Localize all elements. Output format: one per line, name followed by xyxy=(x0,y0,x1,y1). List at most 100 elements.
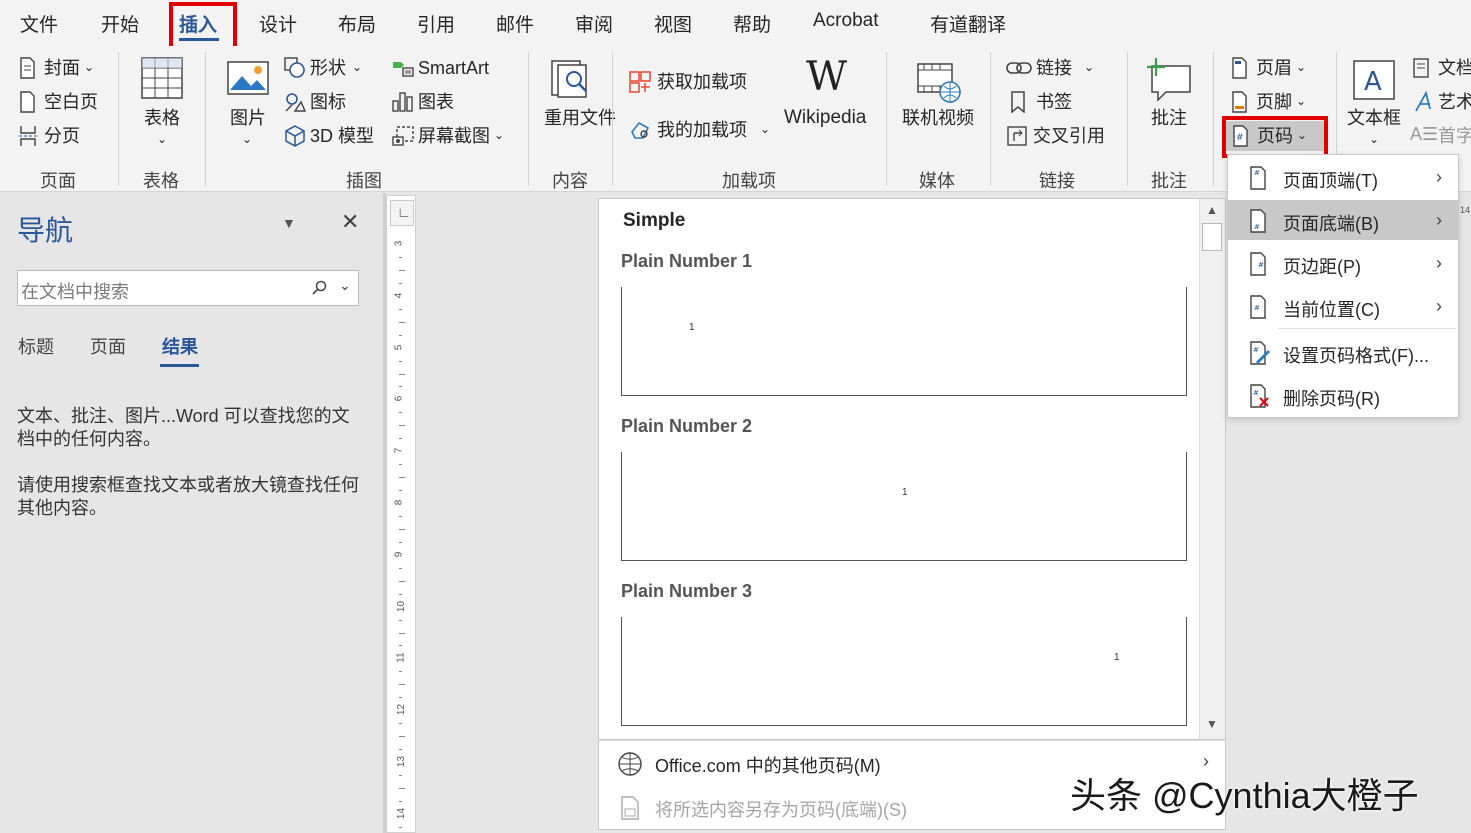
tab-review[interactable]: 审阅 xyxy=(575,10,613,37)
word-window: 文件 开始 插入 设计 布局 引用 邮件 审阅 视图 帮助 Acrobat 有道… xyxy=(0,0,1471,833)
ruler-tick xyxy=(399,749,402,751)
smartart-button[interactable]: SmartArt xyxy=(389,55,504,81)
picture-button[interactable]: 图片 ⌄ xyxy=(222,54,274,154)
get-addins-button[interactable]: 获取加载项 xyxy=(626,68,756,96)
scroll-down-icon[interactable]: ▼ xyxy=(1206,717,1218,731)
tab-view[interactable]: 视图 xyxy=(654,10,692,37)
save-page-icon xyxy=(621,796,639,820)
tab-mailings[interactable]: 邮件 xyxy=(496,10,534,37)
ruler-tick xyxy=(399,515,402,517)
tab-design[interactable]: 设计 xyxy=(259,10,297,37)
menu-item-top-of-page[interactable]: # 页面顶端(T) › xyxy=(1228,157,1458,197)
header-button[interactable]: 页眉 ⌄ xyxy=(1226,55,1321,81)
text-box-button[interactable]: A 文本框 ⌄ xyxy=(1343,54,1405,154)
footer-button[interactable]: 页脚 ⌄ xyxy=(1226,89,1321,115)
page-number-menu: # 页面顶端(T) › # 页面底端(B) › # 页边距(P) › # 当前位… xyxy=(1227,154,1459,418)
format-page-number-icon: # xyxy=(1250,341,1270,365)
ruler-number: 10 xyxy=(396,600,408,612)
gallery-section-title: Simple xyxy=(623,210,686,231)
chevron-right-icon: › xyxy=(1436,210,1442,230)
tab-help[interactable]: 帮助 xyxy=(733,10,771,37)
screenshot-button[interactable]: 屏幕截图 ⌄ xyxy=(389,123,509,149)
ruler-marker: 14 xyxy=(1460,205,1471,215)
page-break-button[interactable]: 分页 xyxy=(14,123,104,149)
tab-acrobat[interactable]: Acrobat xyxy=(813,10,878,32)
page-number-highlight xyxy=(1222,116,1328,158)
group-label-links: 链接 xyxy=(1039,171,1075,191)
ruler-tick xyxy=(399,645,402,647)
chevron-down-icon: ⌄ xyxy=(84,60,95,74)
wikipedia-button[interactable]: W Wikipedia xyxy=(782,54,874,154)
wordart-button[interactable]: 艺术 xyxy=(1410,89,1471,115)
tab-layout[interactable]: 布局 xyxy=(338,10,376,37)
nav-options-icon[interactable]: ▼ xyxy=(282,215,296,231)
link-label: 链接 xyxy=(1036,58,1072,78)
ruler-tick xyxy=(399,373,405,375)
new-comment-button[interactable]: 批注 xyxy=(1140,54,1200,154)
bookmark-button[interactable]: 书签 xyxy=(1004,89,1094,115)
tab-youdao[interactable]: 有道翻译 xyxy=(930,10,1006,37)
ruler-tick xyxy=(399,826,402,828)
scroll-thumb[interactable] xyxy=(1202,223,1222,251)
svg-text:A: A xyxy=(1364,67,1382,97)
nav-message-1: 文本、批注、图片...Word 可以查找您的文档中的任何内容。 xyxy=(17,406,350,449)
menu-item-remove-page-numbers[interactable]: # 删除页码(R) xyxy=(1228,375,1458,415)
ruler-tick xyxy=(399,256,402,258)
tab-file[interactable]: 文件 xyxy=(20,10,58,37)
tab-home[interactable]: 开始 xyxy=(101,10,139,37)
chevron-down-icon: ⌄ xyxy=(494,128,505,142)
model-3d-button[interactable]: 3D 模型 xyxy=(282,123,382,149)
online-video-icon xyxy=(917,63,961,103)
text-box-label: 文本框 xyxy=(1347,108,1401,128)
menu-item-current-position[interactable]: # 当前位置(C) › xyxy=(1228,286,1458,326)
cover-label: 封面 xyxy=(44,58,80,78)
tab-references[interactable]: 引用 xyxy=(417,10,455,37)
menu-item-bottom-of-page[interactable]: # 页面底端(B) › xyxy=(1228,200,1458,240)
chevron-down-icon[interactable]: ⌄ xyxy=(339,277,351,294)
nav-tab-results[interactable]: 结果 xyxy=(162,333,198,359)
scroll-up-icon[interactable]: ▲ xyxy=(1206,203,1218,217)
quick-parts-button[interactable]: 文档 xyxy=(1410,55,1471,81)
search-input[interactable]: 在文档中搜索 ⌄ xyxy=(17,270,359,306)
ruler-tick xyxy=(399,269,405,271)
group-label-illustrations: 插图 xyxy=(346,171,382,191)
ruler-tick xyxy=(399,697,402,699)
ruler-tick xyxy=(399,593,402,595)
gallery-scrollbar[interactable]: ▲ ▼ xyxy=(1199,199,1225,739)
link-button[interactable]: 链接 ⌄ xyxy=(1004,55,1109,81)
menu-item-format-page-numbers[interactable]: # 设置页码格式(F)... xyxy=(1228,332,1458,372)
gallery-item-plain-number-2[interactable]: Plain Number 2 1 xyxy=(599,409,1199,564)
nav-tab-pages[interactable]: 页面 xyxy=(90,333,126,359)
gallery-item-plain-number-1[interactable]: Plain Number 1 1 xyxy=(599,244,1199,399)
online-video-button[interactable]: 联机视频 xyxy=(898,54,978,154)
menu-item-page-margins[interactable]: # 页边距(P) › xyxy=(1228,243,1458,283)
nav-tab-headings[interactable]: 标题 xyxy=(18,333,54,359)
menu-item-label: 设置页码格式(F)... xyxy=(1283,346,1429,366)
chart-button[interactable]: 图表 xyxy=(389,89,479,115)
blank-page-button[interactable]: 空白页 xyxy=(14,89,104,115)
chevron-down-icon: ⌄ xyxy=(760,122,771,136)
icons-button[interactable]: 图标 xyxy=(282,89,372,115)
wikipedia-label: Wikipedia xyxy=(784,107,867,128)
wordart-label: 艺术 xyxy=(1438,92,1471,112)
table-button[interactable]: 表格 ⌄ xyxy=(132,54,192,154)
cross-ref-button[interactable]: 交叉引用 xyxy=(1004,123,1114,149)
shapes-button[interactable]: 形状 ⌄ xyxy=(282,55,372,81)
cover-button[interactable]: 封面 ⌄ xyxy=(14,55,104,81)
gallery-item-plain-number-3[interactable]: Plain Number 3 1 xyxy=(599,574,1199,729)
reuse-files-button[interactable]: 重用文件 xyxy=(540,54,616,154)
chevron-down-icon: ⌄ xyxy=(1369,132,1380,146)
table-label: 表格 xyxy=(144,108,180,128)
drop-cap-button[interactable]: A☰ 首字 xyxy=(1410,123,1471,149)
close-icon[interactable]: ✕ xyxy=(341,209,359,235)
search-icon[interactable] xyxy=(312,280,328,296)
my-addins-button[interactable]: 我的加载项 ⌄ xyxy=(626,116,776,144)
chevron-right-icon: › xyxy=(1436,253,1442,273)
more-page-numbers-label: Office.com 中的其他页码(M) xyxy=(655,756,881,776)
ruler-tick xyxy=(399,386,402,388)
watermark-text: 头条 @Cynthia大橙子 xyxy=(1070,775,1419,816)
document-canvas[interactable] xyxy=(416,193,596,833)
ruler-tick xyxy=(399,282,402,284)
remove-page-number-icon: # xyxy=(1250,384,1269,408)
tab-selector[interactable]: ∟ xyxy=(390,200,414,226)
